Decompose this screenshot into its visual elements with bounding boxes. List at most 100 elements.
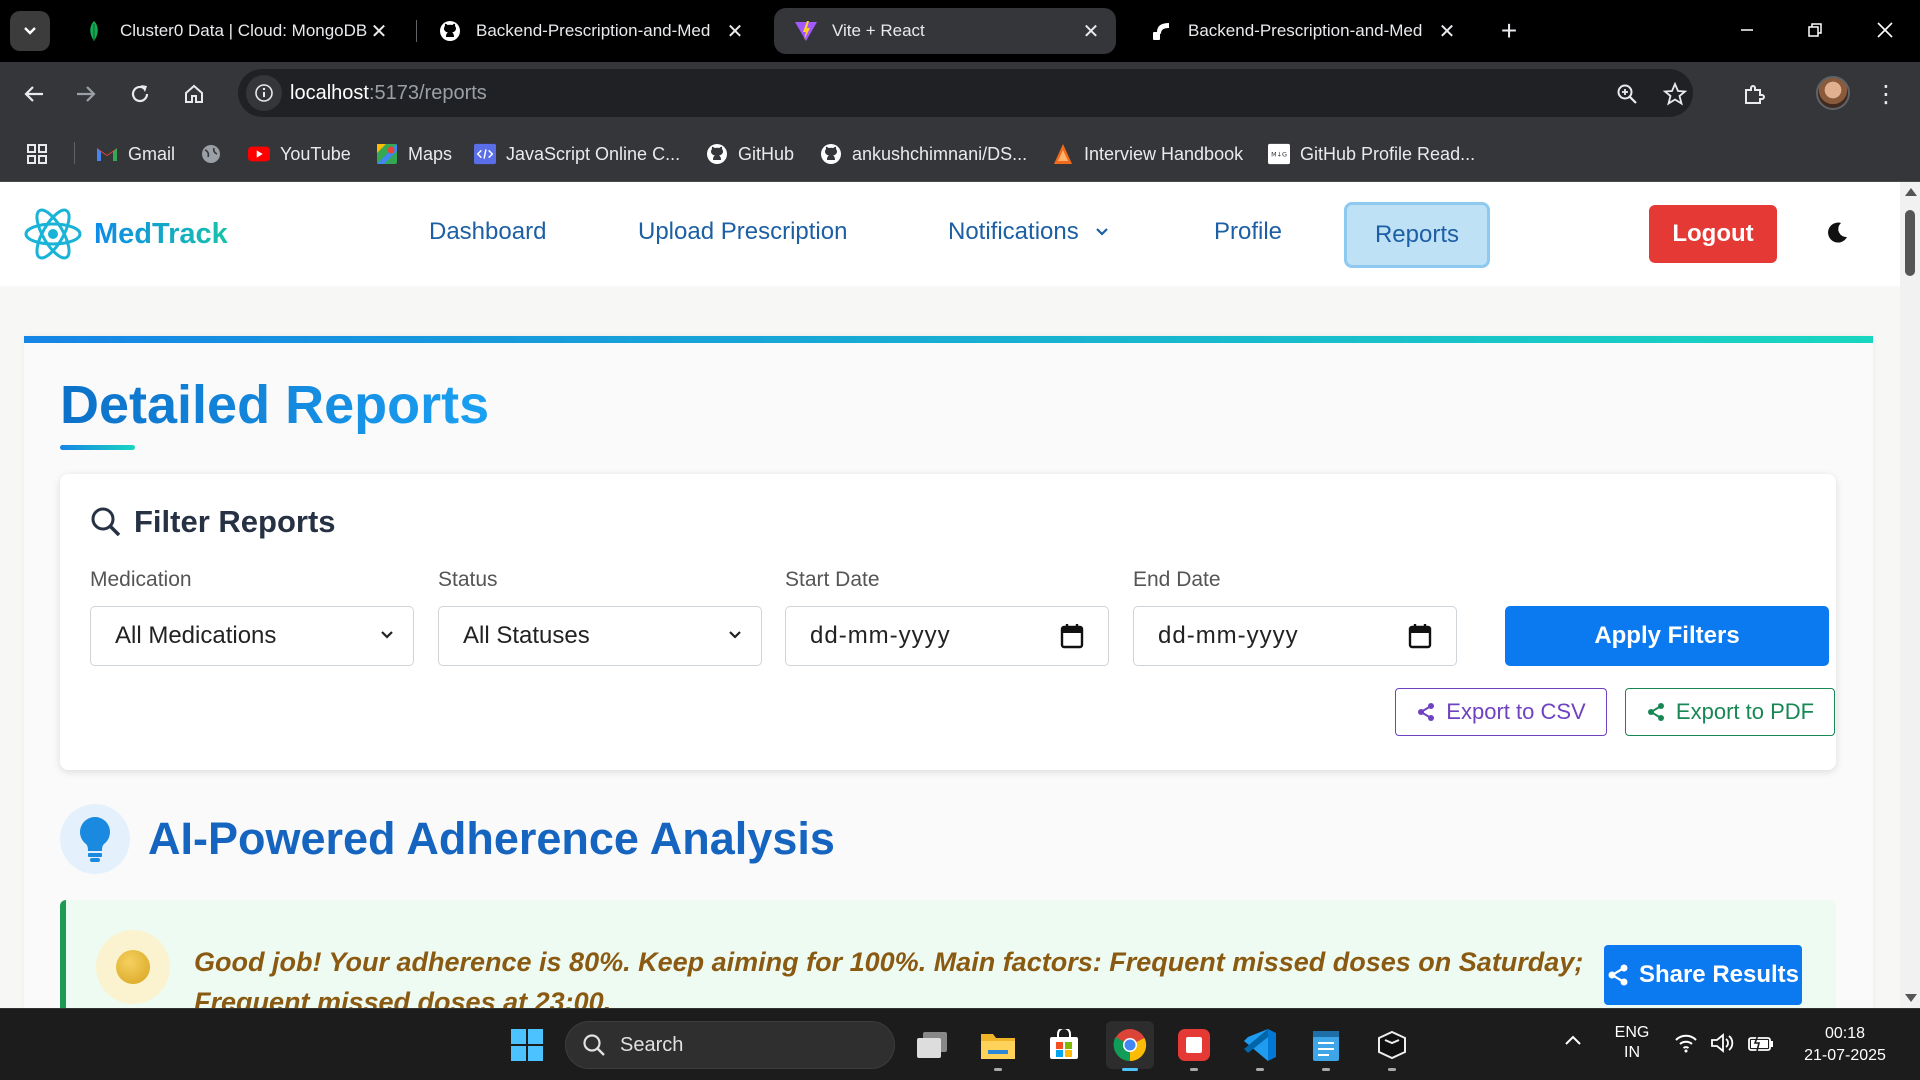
start-date-placeholder: dd-mm-yyyy	[810, 622, 951, 649]
export-pdf-button[interactable]: Export to PDF	[1625, 688, 1835, 736]
battery-icon[interactable]	[1748, 1033, 1774, 1058]
page-scrollbar[interactable]	[1900, 182, 1920, 1008]
running-indicator	[994, 1068, 1002, 1071]
nav-upload-prescription[interactable]: Upload Prescription	[638, 218, 847, 246]
status-select[interactable]: All Statuses	[438, 606, 762, 666]
bookmark-github-readme[interactable]: M↓G GitHub Profile Read...	[1268, 140, 1475, 168]
bookmark-js-online[interactable]: JavaScript Online C...	[474, 140, 680, 168]
close-icon[interactable]: ✕	[1436, 20, 1458, 43]
notepad-icon[interactable]	[1302, 1021, 1350, 1071]
brand[interactable]: MedTrack	[22, 206, 228, 262]
nav-notifications[interactable]: Notifications	[948, 218, 1109, 246]
back-button[interactable]	[14, 74, 54, 114]
coin-icon	[96, 930, 170, 1004]
task-view-icon[interactable]	[908, 1021, 956, 1069]
close-window-button[interactable]	[1862, 10, 1908, 50]
medication-select[interactable]: All Medications	[90, 606, 414, 666]
browser-tab-active[interactable]: Vite + React ✕	[774, 8, 1116, 54]
google-maps-icon	[376, 143, 398, 165]
zoom-icon[interactable]	[1614, 81, 1640, 107]
nav-reports[interactable]: Reports	[1344, 202, 1490, 268]
red-app-icon[interactable]	[1170, 1021, 1218, 1071]
bookmark-label: Maps	[408, 143, 453, 164]
nav-dashboard[interactable]: Dashboard	[429, 218, 546, 246]
code-icon	[474, 143, 496, 165]
more-menu-icon[interactable]: ⋮	[1874, 76, 1898, 112]
close-icon[interactable]: ✕	[368, 20, 390, 43]
info-icon	[255, 84, 273, 102]
bookmark-github[interactable]: GitHub	[706, 140, 794, 168]
extensions-button[interactable]	[1734, 74, 1774, 114]
dark-mode-toggle[interactable]	[1824, 220, 1850, 246]
reload-button[interactable]	[120, 74, 160, 114]
microsoft-store-icon[interactable]	[1040, 1021, 1088, 1069]
address-bar[interactable]: localhost:5173/reports	[238, 69, 1693, 117]
export-csv-label: Export to CSV	[1446, 699, 1586, 724]
vscode-icon[interactable]	[1236, 1021, 1284, 1071]
bookmark-gmail[interactable]: Gmail	[96, 140, 175, 168]
file-explorer-icon[interactable]	[974, 1021, 1022, 1071]
forward-button[interactable]	[66, 74, 106, 114]
taskbar-search[interactable]: Search	[565, 1021, 895, 1069]
volume-icon[interactable]	[1710, 1033, 1736, 1058]
arrow-right-icon	[77, 86, 96, 102]
apply-filters-button[interactable]: Apply Filters	[1505, 606, 1829, 666]
calendar-icon[interactable]	[1408, 623, 1432, 649]
restore-button[interactable]	[1792, 10, 1838, 50]
share-results-button[interactable]: Share Results	[1604, 945, 1802, 1005]
tab-search-button[interactable]	[10, 11, 50, 51]
bookmark-label: GitHub	[738, 143, 795, 164]
export-csv-button[interactable]: Export to CSV	[1395, 688, 1607, 736]
bookmark-ankush-dsa[interactable]: ankushchimnani/DS...	[820, 140, 1027, 168]
moon-icon	[1828, 222, 1847, 243]
ai-insight-text: Good job! Your adherence is 80%. Keep ai…	[194, 947, 1584, 1008]
bookmark-interview-handbook[interactable]: Interview Handbook	[1052, 140, 1243, 168]
scrollbar-thumb[interactable]	[1905, 210, 1915, 276]
globe-icon	[200, 143, 222, 165]
running-indicator	[1388, 1068, 1396, 1071]
url-text[interactable]: localhost:5173/reports	[290, 82, 487, 105]
bookmark-label: GitHub Profile Read...	[1300, 143, 1476, 164]
filter-heading-text: Filter Reports	[134, 504, 336, 539]
tab-title: Cluster0 Data | Cloud: MongoDB	[120, 21, 368, 40]
scroll-down-arrow-icon[interactable]	[1905, 994, 1917, 1002]
arrow-left-icon	[24, 86, 43, 102]
profile-avatar[interactable]	[1816, 76, 1850, 110]
title-underline	[60, 445, 135, 450]
nav-notifications-label: Notifications	[948, 218, 1079, 245]
logout-button[interactable]: Logout	[1649, 205, 1777, 263]
clock[interactable]: 00:18 21-07-2025	[1790, 1023, 1900, 1067]
browser-tab[interactable]: Backend-Prescription-and-Med ✕	[418, 8, 760, 54]
bookmark-maps[interactable]: Maps	[376, 140, 452, 168]
home-button[interactable]	[174, 74, 214, 114]
browser-tab[interactable]: Backend-Prescription-and-Med ✕	[1130, 8, 1472, 54]
bookmark-youtube[interactable]: YouTube	[248, 140, 351, 168]
running-indicator	[1256, 1068, 1264, 1071]
bookmark-globe[interactable]	[200, 140, 232, 168]
close-icon[interactable]: ✕	[1080, 20, 1102, 43]
chrome-icon[interactable]	[1106, 1021, 1154, 1071]
browser-toolbar: localhost:5173/reports ⋮	[0, 62, 1920, 126]
apps-grid-icon[interactable]	[26, 140, 48, 168]
bookmark-star-icon[interactable]	[1662, 81, 1688, 107]
bookmark-label: Interview Handbook	[1084, 143, 1244, 164]
chevron-down-icon	[381, 631, 393, 639]
start-button[interactable]	[503, 1021, 551, 1069]
browser-tab[interactable]: Cluster0 Data | Cloud: MongoDB ✕	[62, 8, 404, 54]
new-tab-button[interactable]: +	[1492, 14, 1526, 48]
end-date-input[interactable]: dd-mm-yyyy	[1133, 606, 1457, 666]
scroll-up-arrow-icon[interactable]	[1905, 188, 1917, 196]
bookmarks-bar: Gmail YouTube Maps JavaScript Online C..…	[0, 126, 1920, 182]
calendar-icon[interactable]	[1060, 623, 1084, 649]
react-atom-icon	[24, 208, 82, 260]
site-info-button[interactable]	[246, 75, 282, 111]
terminal-app-icon[interactable]	[1368, 1021, 1416, 1071]
start-date-input[interactable]: dd-mm-yyyy	[785, 606, 1109, 666]
lightbulb-icon	[60, 804, 130, 874]
language-indicator[interactable]: ENG IN	[1612, 1023, 1652, 1063]
minimize-button[interactable]	[1724, 10, 1770, 50]
nav-profile[interactable]: Profile	[1214, 218, 1282, 246]
close-icon[interactable]: ✕	[724, 20, 746, 43]
tray-overflow-icon[interactable]	[1564, 1033, 1582, 1052]
wifi-icon[interactable]	[1674, 1033, 1698, 1058]
